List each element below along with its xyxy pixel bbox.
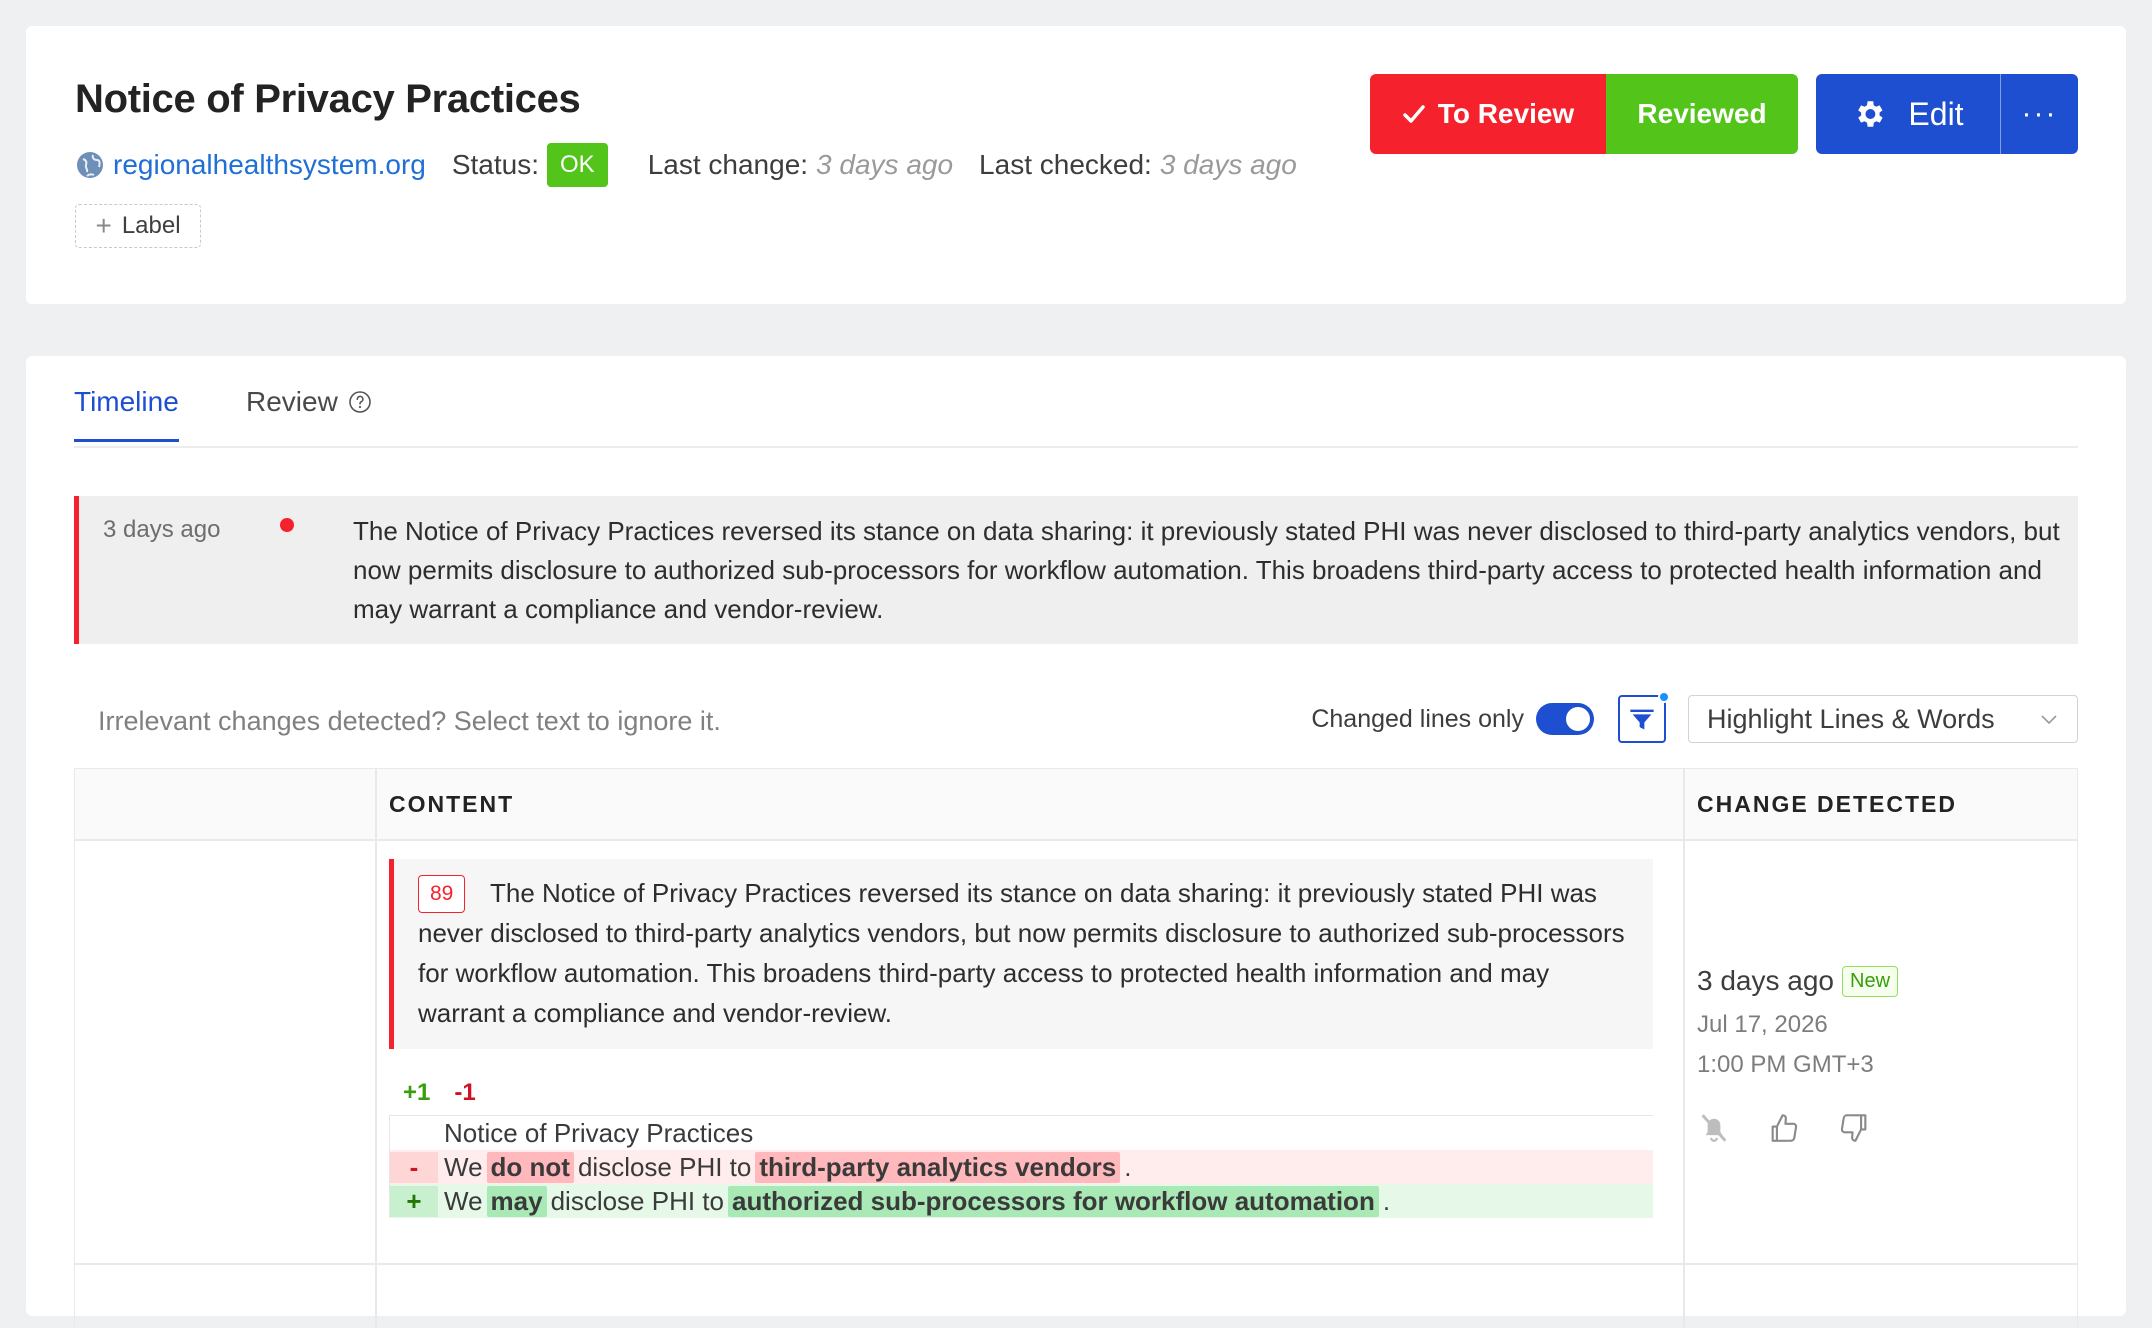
tab-timeline[interactable]: Timeline xyxy=(74,386,179,442)
edit-button-group: Edit ··· xyxy=(1816,74,2078,154)
change-actions xyxy=(1697,1111,1898,1145)
gear-icon xyxy=(1858,101,1884,127)
change-detected-cell: 3 days ago New Jul 17, 2026 1:00 PM GMT+… xyxy=(1697,965,1899,1145)
filter-active-dot xyxy=(1658,691,1670,703)
last-change-label: Last change: xyxy=(647,149,809,180)
edit-button[interactable]: Edit xyxy=(1816,74,2000,154)
status-label: Status: xyxy=(451,149,540,180)
diff-text: . xyxy=(1382,1185,1391,1216)
diff-context-line: Notice of Privacy Practices xyxy=(390,1116,1653,1150)
status-badge: OK xyxy=(547,143,608,187)
unread-dot xyxy=(280,518,294,532)
new-badge: New xyxy=(1842,965,1899,997)
lines-added-count: +1 xyxy=(403,1079,431,1106)
help-icon[interactable] xyxy=(348,390,372,414)
diff-removed-line: - We do not disclose PHI to third-party … xyxy=(390,1150,1653,1184)
add-label-button[interactable]: + Label xyxy=(75,204,201,248)
diff-toolbar: Changed lines only Highlight Lines & Wor… xyxy=(1311,691,2078,744)
summary-text: The Notice of Privacy Practices reversed… xyxy=(353,516,2060,624)
changes-table: CONTENT CHANGE DETECTED 89 The Notice of… xyxy=(74,768,2078,1328)
diff-added-word: may xyxy=(486,1185,547,1217)
diff-removed-sign: - xyxy=(390,1151,438,1183)
row-divider xyxy=(75,1263,2077,1265)
reviewed-button[interactable]: Reviewed xyxy=(1606,74,1798,154)
plus-icon: + xyxy=(95,210,112,241)
ignore-hint: Irrelevant changes detected? Select text… xyxy=(98,706,721,736)
column-change-detected: CHANGE DETECTED xyxy=(1697,791,1958,817)
diff-text: We xyxy=(444,1185,483,1216)
summary-time: 3 days ago xyxy=(103,516,221,543)
thumbs-down-icon[interactable] xyxy=(1837,1111,1871,1145)
bell-off-icon[interactable] xyxy=(1697,1111,1731,1145)
diff-context-text: Notice of Privacy Practices xyxy=(444,1117,754,1148)
diff-view[interactable]: Notice of Privacy Practices - We do not … xyxy=(389,1115,1653,1218)
globe-icon xyxy=(77,152,103,178)
page-title: Notice of Privacy Practices xyxy=(75,77,581,121)
diff-added-line: + We may disclose PHI to authorized sub-… xyxy=(390,1184,1653,1218)
diff-text: disclose PHI to xyxy=(550,1185,724,1216)
last-change-value: 3 days ago xyxy=(816,149,954,180)
add-label-text: Label xyxy=(121,212,181,239)
to-review-button[interactable]: To Review xyxy=(1370,74,1606,154)
filter-button[interactable] xyxy=(1618,691,1670,743)
review-button-group: To Review Reviewed xyxy=(1370,74,1798,154)
tab-bar: Timeline Review xyxy=(74,356,2078,448)
column-content: CONTENT xyxy=(389,791,515,817)
diff-removed-word: do not xyxy=(486,1151,574,1183)
header-card: Notice of Privacy Practices regionalheal… xyxy=(26,26,2126,304)
meta-row: regionalhealthsystem.org Status: OK Last… xyxy=(75,140,1323,190)
last-checked-value: 3 days ago xyxy=(1159,149,1297,180)
filter-icon xyxy=(1630,709,1654,730)
column-divider xyxy=(375,769,377,1328)
detected-date: Jul 17, 2026 xyxy=(1697,1011,1828,1038)
highlight-mode-select[interactable]: Highlight Lines & Words xyxy=(1688,695,2078,743)
timeline-summary[interactable]: 3 days ago The Notice of Privacy Practic… xyxy=(74,496,2078,644)
main-card: Timeline Review 3 days ago The Notice of… xyxy=(26,356,2126,1328)
toggle-knob xyxy=(1566,707,1590,731)
thumbs-up-icon[interactable] xyxy=(1767,1111,1801,1145)
last-checked-label: Last checked: xyxy=(979,149,1152,180)
diff-removed-word: third-party analytics vendors xyxy=(755,1151,1121,1183)
more-options-button[interactable]: ··· xyxy=(2000,74,2078,154)
lines-removed-count: -1 xyxy=(454,1079,476,1106)
detected-relative: 3 days ago New xyxy=(1697,965,1899,997)
edit-label: Edit xyxy=(1908,95,1964,132)
diff-text: We xyxy=(444,1151,483,1182)
to-review-label: To Review xyxy=(1437,98,1575,129)
detected-relative-text: 3 days ago xyxy=(1697,965,1834,996)
site-link[interactable]: regionalhealthsystem.org xyxy=(113,149,426,181)
highlight-mode-value: Highlight Lines & Words xyxy=(1707,703,1995,734)
diff-added-word: authorized sub-processors for workflow a… xyxy=(727,1185,1379,1217)
change-summary-box: 89 The Notice of Privacy Practices rever… xyxy=(389,859,1653,1049)
reviewed-label: Reviewed xyxy=(1637,98,1767,129)
diff-text: disclose PHI to xyxy=(577,1151,752,1182)
diff-text: . xyxy=(1124,1151,1132,1182)
column-divider xyxy=(1683,769,1685,1328)
diff-stats: +1 -1 xyxy=(403,1079,476,1107)
chevron-down-icon xyxy=(2041,715,2057,725)
tab-review[interactable]: Review xyxy=(246,386,372,444)
diff-added-sign: + xyxy=(390,1185,438,1217)
change-summary-text: The Notice of Privacy Practices reversed… xyxy=(418,878,1625,1028)
changed-lines-label: Changed lines only xyxy=(1311,704,1524,733)
check-icon xyxy=(1403,105,1425,123)
changed-lines-toggle[interactable] xyxy=(1536,703,1594,735)
detected-time: 1:00 PM GMT+3 xyxy=(1697,1051,1874,1078)
tab-review-label: Review xyxy=(246,386,338,417)
